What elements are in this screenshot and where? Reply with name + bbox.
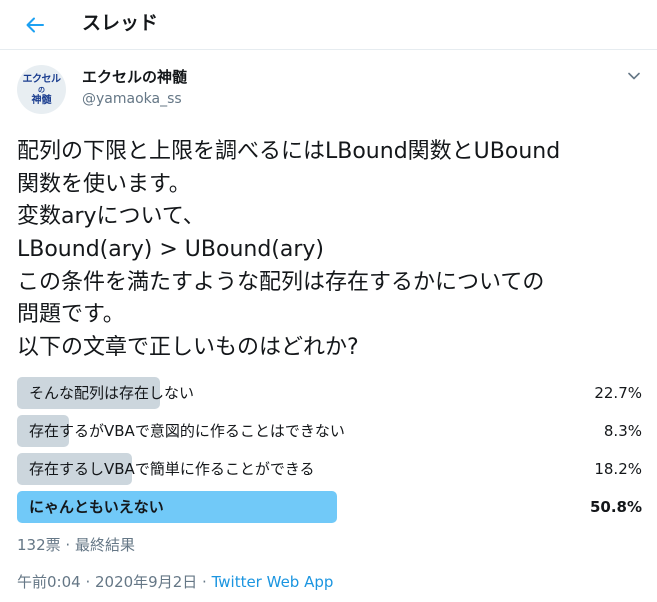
poll-option-percent: 50.8%: [589, 498, 642, 516]
tweet-text-line: LBound(ary) > UBound(ary): [17, 237, 325, 263]
poll-status: 最終結果: [74, 536, 135, 554]
separator-dot: ·: [80, 573, 95, 591]
source-app-link[interactable]: Twitter Web App: [212, 573, 334, 591]
tweet-text-line: 配列の下限と上限を調べるにはLBound関数とUBound: [17, 139, 561, 164]
tweet-menu-button[interactable]: [620, 62, 648, 90]
tweet-text-line: 問題です。: [17, 302, 125, 328]
poll-option: 存在するしVBAで簡単に作ることができる 18.2%: [17, 452, 647, 488]
back-button[interactable]: [16, 6, 54, 44]
tweet-text: 配列の下限と上限を調べるにはLBound関数とUBound 関数を使います。 変…: [17, 136, 647, 365]
poll-summary: 132票 · 最終結果: [17, 535, 135, 555]
tweet-time[interactable]: 午前0:04: [17, 573, 81, 591]
poll-option-percent: 18.2%: [594, 460, 642, 478]
poll-option-label: 存在するしVBAで簡単に作ることができる: [29, 460, 315, 478]
tweet-date[interactable]: 2020年9月2日: [95, 573, 197, 591]
poll-option: そんな配列は存在しない 22.7%: [17, 376, 647, 412]
poll-option-label: そんな配列は存在しない: [29, 384, 195, 402]
arrow-left-icon: [26, 17, 44, 33]
poll: そんな配列は存在しない 22.7% 存在するがVBAで意図的に作ることはできない…: [17, 376, 647, 528]
separator-dot: ·: [197, 573, 212, 591]
avatar-text-line: の: [38, 86, 45, 94]
tweet-text-line: 変数aryについて、: [17, 204, 205, 230]
thread-header: スレッド: [0, 0, 657, 50]
avatar-text-line: 神髄: [31, 95, 52, 106]
poll-option-percent: 8.3%: [603, 422, 642, 440]
poll-option-percent: 22.7%: [594, 384, 642, 402]
tweet-text-line: この条件を満たすような配列は存在するかについての: [17, 269, 545, 295]
poll-option-label: 存在するがVBAで意図的に作ることはできない: [29, 422, 345, 440]
poll-option: にゃんともいえない 50.8%: [17, 490, 647, 526]
poll-vote-count: 132票: [17, 536, 61, 554]
chevron-down-icon: [628, 72, 640, 80]
poll-option: 存在するがVBAで意図的に作ることはできない 8.3%: [17, 414, 647, 450]
avatar[interactable]: エクセル の 神髄: [17, 65, 66, 114]
author-handle[interactable]: @yamaoka_ss: [82, 89, 182, 109]
tweet-metadata: 午前0:04 · 2020年9月2日 · Twitter Web App: [17, 572, 333, 592]
page-title: スレッド: [82, 12, 159, 34]
separator-dot: ·: [60, 536, 75, 554]
avatar-text-line: エクセル: [22, 74, 62, 85]
tweet-text-line: 関数を使います。: [17, 171, 191, 197]
tweet-text-line: 以下の文章で正しいものはどれか?: [17, 335, 359, 361]
author-display-name[interactable]: エクセルの神髄: [82, 67, 187, 87]
poll-option-label: にゃんともいえない: [29, 498, 164, 516]
